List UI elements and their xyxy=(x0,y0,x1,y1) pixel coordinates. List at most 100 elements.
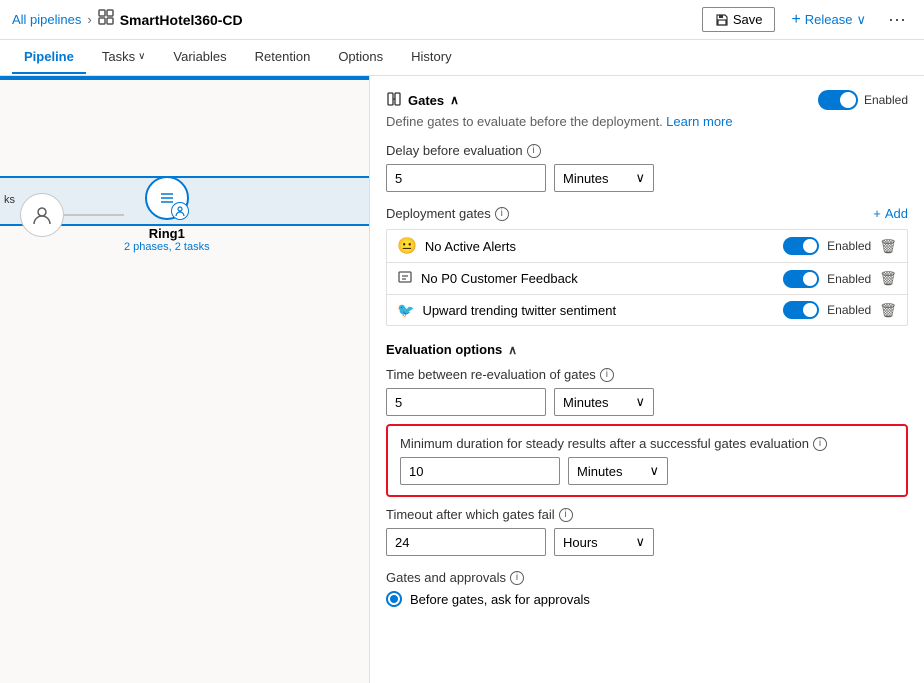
gate-0-toggle[interactable] xyxy=(783,237,819,255)
timeout-input[interactable] xyxy=(386,528,546,556)
timeout-row: Hours ∨ xyxy=(386,528,908,556)
deployment-gates-header: Deployment gates i + Add xyxy=(386,206,908,221)
more-options-button[interactable]: ··· xyxy=(882,7,912,32)
pipeline-node-area: Ring1 2 phases, 2 tasks xyxy=(20,176,210,253)
ks-label: ks xyxy=(4,194,15,206)
gates-section-header: Gates ∧ Enabled xyxy=(386,90,908,110)
timeout-chevron-icon: ∨ xyxy=(635,534,645,550)
min-duration-unit-select[interactable]: Minutes ∨ xyxy=(568,457,668,485)
all-pipelines-link[interactable]: All pipelines xyxy=(12,12,81,27)
timeout-label: Timeout after which gates fail i xyxy=(386,507,908,522)
gate-1-toggle[interactable] xyxy=(783,270,819,288)
deployment-gates-info-icon[interactable]: i xyxy=(495,207,509,221)
time-between-input[interactable] xyxy=(386,388,546,416)
gates-icon xyxy=(386,91,402,110)
eval-options-header: Evaluation options ∧ xyxy=(386,342,908,357)
breadcrumb-chevron: › xyxy=(87,12,91,27)
gate-row-0-left: 😐 No Active Alerts xyxy=(397,236,516,256)
delay-info-icon[interactable]: i xyxy=(527,144,541,158)
delay-field-row: Minutes ∨ xyxy=(386,164,908,192)
gate-1-icon xyxy=(397,269,413,288)
tasks-chevron-icon: ∨ xyxy=(138,51,145,62)
gate-2-icon: 🐦 xyxy=(397,302,414,319)
tab-pipeline[interactable]: Pipeline xyxy=(12,41,86,74)
learn-more-link[interactable]: Learn more xyxy=(666,114,732,129)
gates-list: 😐 No Active Alerts Enabled 🗑 xyxy=(386,229,908,326)
gate-1-delete-icon[interactable]: 🗑 xyxy=(879,270,897,287)
save-button[interactable]: Save xyxy=(702,7,776,32)
gate-0-delete-icon[interactable]: 🗑 xyxy=(879,238,897,255)
gate-1-enabled: Enabled xyxy=(827,272,871,286)
tab-options[interactable]: Options xyxy=(326,41,395,74)
gate-row-1: No P0 Customer Feedback Enabled 🗑 xyxy=(386,262,908,294)
tab-tasks[interactable]: Tasks ∨ xyxy=(90,41,158,74)
time-between-chevron-icon: ∨ xyxy=(635,394,645,410)
pipeline-canvas: ks xyxy=(0,76,370,683)
person-node[interactable] xyxy=(20,193,64,237)
pipeline-name: SmartHotel360-CD xyxy=(120,12,243,28)
min-duration-label: Minimum duration for steady results afte… xyxy=(400,436,894,451)
time-between-label: Time between re-evaluation of gates i xyxy=(386,367,908,382)
gate-2-toggle[interactable] xyxy=(783,301,819,319)
tab-retention[interactable]: Retention xyxy=(243,41,323,74)
time-between-row: Minutes ∨ xyxy=(386,388,908,416)
gate-row-2-right: Enabled 🗑 xyxy=(783,301,897,319)
gate-row-2-left: 🐦 Upward trending twitter sentiment xyxy=(397,302,616,319)
tab-variables[interactable]: Variables xyxy=(161,41,238,74)
gate-row-0: 😐 No Active Alerts Enabled 🗑 xyxy=(386,229,908,262)
time-between-unit-select[interactable]: Minutes ∨ xyxy=(554,388,654,416)
gate-2-name: Upward trending twitter sentiment xyxy=(422,303,616,318)
gate-1-name: No P0 Customer Feedback xyxy=(421,271,578,286)
radio-before-gates[interactable] xyxy=(386,591,402,607)
ring-label: Ring1 xyxy=(149,226,185,241)
pipeline-top-bar xyxy=(0,76,369,80)
radio-label: Before gates, ask for approvals xyxy=(410,592,590,607)
gate-0-name: No Active Alerts xyxy=(425,239,516,254)
add-gate-link[interactable]: + Add xyxy=(873,206,908,221)
time-between-info-icon[interactable]: i xyxy=(600,368,614,382)
gates-enabled-label: Enabled xyxy=(864,93,908,107)
nav-tabs: Pipeline Tasks ∨ Variables Retention Opt… xyxy=(0,40,924,76)
radio-row: Before gates, ask for approvals xyxy=(386,591,908,607)
delay-unit-chevron-icon: ∨ xyxy=(635,170,645,186)
gates-approvals-info-icon[interactable]: i xyxy=(510,571,524,585)
plus-icon: + xyxy=(791,11,800,29)
timeout-unit-select[interactable]: Hours ∨ xyxy=(554,528,654,556)
min-duration-info-icon[interactable]: i xyxy=(813,437,827,451)
eval-options-chevron-icon[interactable]: ∧ xyxy=(508,343,517,357)
gate-row-1-left: No P0 Customer Feedback xyxy=(397,269,578,288)
add-plus-icon: + xyxy=(873,206,881,221)
gate-2-delete-icon[interactable]: 🗑 xyxy=(879,302,897,319)
gate-row-1-right: Enabled 🗑 xyxy=(783,270,897,288)
deployment-gates-label: Deployment gates i xyxy=(386,206,509,221)
gates-enabled-toggle[interactable] xyxy=(818,90,858,110)
delay-input[interactable] xyxy=(386,164,546,192)
timeout-info-icon[interactable]: i xyxy=(559,508,573,522)
app-header: All pipelines › SmartHotel360-CD Save + … xyxy=(0,0,924,40)
header-right: Save + Release ∨ ··· xyxy=(702,7,912,33)
header-left: All pipelines › SmartHotel360-CD xyxy=(12,9,243,30)
ring-node[interactable]: Ring1 2 phases, 2 tasks xyxy=(124,176,210,253)
connector-line xyxy=(64,214,124,216)
min-duration-box: Minimum duration for steady results afte… xyxy=(386,424,908,497)
ring-sublabel: 2 phases, 2 tasks xyxy=(124,241,210,253)
min-duration-input[interactable] xyxy=(400,457,560,485)
gates-description: Define gates to evaluate before the depl… xyxy=(386,114,908,129)
gates-chevron-icon[interactable]: ∧ xyxy=(450,93,459,107)
gate-0-icon: 😐 xyxy=(397,236,417,256)
chevron-down-icon: ∨ xyxy=(857,12,867,28)
tab-history[interactable]: History xyxy=(399,41,463,74)
gates-title: Gates ∧ xyxy=(386,91,459,110)
delay-field-label: Delay before evaluation i xyxy=(386,143,908,158)
min-duration-chevron-icon: ∨ xyxy=(649,463,659,479)
delay-unit-select[interactable]: Minutes ∨ xyxy=(554,164,654,192)
right-panel: Gates ∧ Enabled Define gates to evaluate… xyxy=(370,76,924,683)
release-button[interactable]: + Release ∨ xyxy=(783,7,874,33)
gate-row-0-right: Enabled 🗑 xyxy=(783,237,897,255)
min-duration-row: Minutes ∨ xyxy=(400,457,894,485)
gate-0-enabled: Enabled xyxy=(827,239,871,253)
gate-2-enabled: Enabled xyxy=(827,303,871,317)
ring-circle xyxy=(145,176,189,220)
gates-approvals-label: Gates and approvals i xyxy=(386,570,908,585)
gates-toggle-container: Enabled xyxy=(818,90,908,110)
